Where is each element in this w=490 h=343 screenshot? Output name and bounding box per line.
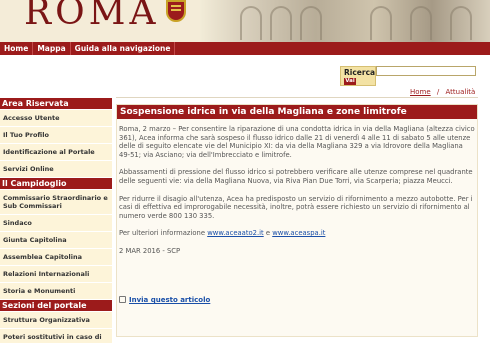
section-sezioni: Sezioni del portale (0, 300, 112, 311)
article: Sospensione idrica in via della Magliana… (116, 104, 478, 337)
breadcrumb-home[interactable]: Home (410, 88, 431, 96)
sidebar-item-poteri[interactable]: Poteri sostitutivi in caso di (0, 329, 112, 343)
article-paragraph: Roma, 2 marzo – Per consentire la ripara… (119, 125, 475, 159)
sidebar-item-profilo[interactable]: Il Tuo Profilo (0, 127, 112, 144)
header-photo (200, 0, 490, 42)
top-nav: Home Mappa Guida alla navigazione (0, 42, 490, 55)
sidebar-item-struttura[interactable]: Struttura Organizzativa (0, 312, 112, 329)
sidebar: Area Riservata Accesso Utente Il Tuo Pro… (0, 98, 112, 343)
sidebar-item-servizi[interactable]: Servizi Online (0, 161, 112, 178)
section-campidoglio: Il Campidoglio (0, 178, 112, 189)
breadcrumb: Home / Attualità (410, 88, 475, 96)
sidebar-item-storia[interactable]: Storia e Monumenti (0, 283, 112, 300)
sidebar-item-giunta[interactable]: Giunta Capitolina (0, 232, 112, 249)
divider (116, 97, 478, 98)
breadcrumb-current: Attualità (445, 88, 476, 96)
acea-ato2-link[interactable]: www.aceaato2.it (207, 229, 264, 237)
nav-home[interactable]: Home (0, 42, 34, 55)
breadcrumb-sep: / (436, 88, 440, 96)
crest-icon (166, 0, 186, 22)
article-paragraph-links: Per ulteriori informazione www.aceaato2.… (119, 229, 326, 238)
search-input[interactable] (376, 66, 476, 76)
search-label: Ricerca (344, 68, 376, 77)
article-body: Roma, 2 marzo – Per consentire la ripara… (117, 119, 477, 256)
sidebar-item-commissario[interactable]: Commissario Straordinario e Sub Commissa… (0, 190, 112, 215)
sidebar-item-sindaco[interactable]: Sindaco (0, 215, 112, 232)
header-banner: ROMA (0, 0, 490, 42)
send-article: Invia questo articolo (119, 296, 210, 304)
section-area-riservata: Area Riservata (0, 98, 112, 109)
send-icon (119, 296, 126, 303)
sidebar-item-relazioni[interactable]: Relazioni Internazionali (0, 266, 112, 283)
site-logo[interactable]: ROMA (24, 0, 159, 33)
nav-mappa[interactable]: Mappa (33, 42, 71, 55)
sidebar-item-identificazione[interactable]: Identificazione al Portale (0, 144, 112, 161)
article-date: 2 MAR 2016 - SCP (119, 246, 181, 255)
search-go-button[interactable]: Vai (344, 78, 356, 85)
article-paragraph: Abbassamenti di pressione del flusso idr… (119, 168, 473, 185)
send-article-link[interactable]: Invia questo articolo (129, 296, 210, 304)
sidebar-item-assemblea[interactable]: Assemblea Capitolina (0, 249, 112, 266)
nav-guida[interactable]: Guida alla navigazione (71, 42, 176, 55)
sidebar-item-accesso[interactable]: Accesso Utente (0, 110, 112, 127)
acea-spa-link[interactable]: www.aceaspa.it (272, 229, 325, 237)
article-paragraph: Per ridurre il disagio all'utenza, Acea … (119, 194, 473, 220)
article-title: Sospensione idrica in via della Magliana… (117, 105, 477, 119)
search-box: Ricerca Vai (340, 66, 376, 86)
